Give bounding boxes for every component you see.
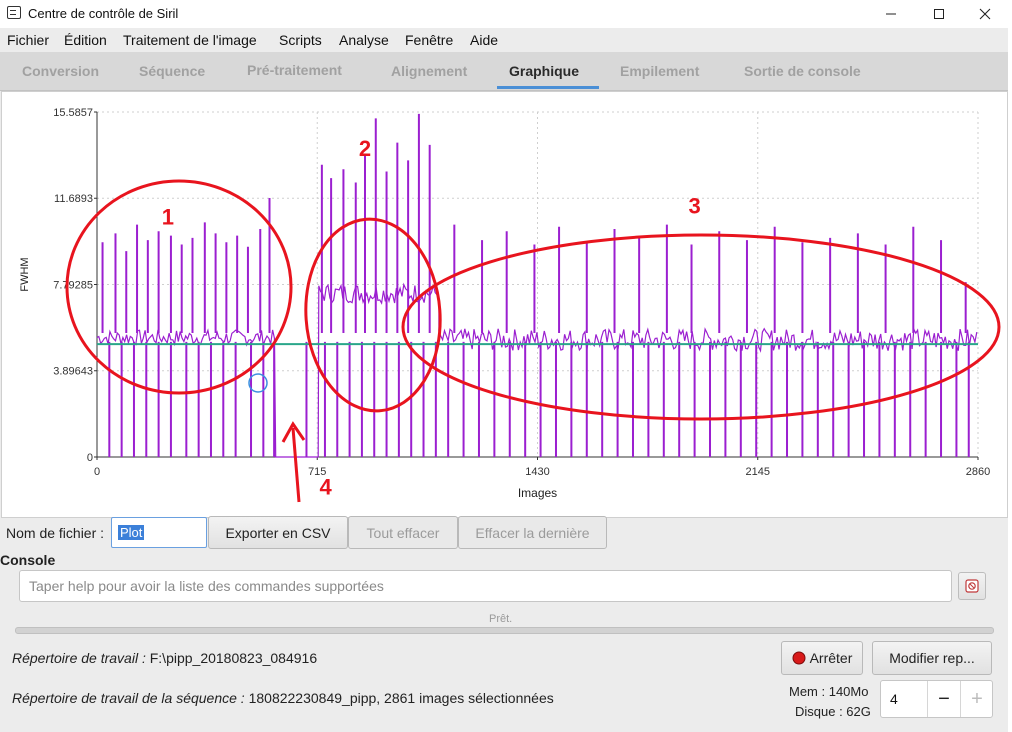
menu-aide[interactable]: Aide xyxy=(470,32,498,48)
progress-bar xyxy=(15,627,994,634)
clear-all-button[interactable]: Tout effacer xyxy=(348,516,458,549)
chart-annotations: 1 2 3 4 xyxy=(65,136,1001,503)
annotation-label-4: 4 xyxy=(319,475,332,500)
menu-fenetre[interactable]: Fenêtre xyxy=(405,32,453,48)
maximize-icon xyxy=(934,9,944,19)
tab-pretraitement[interactable]: Pré-traitement xyxy=(247,62,342,78)
fwhm-chart[interactable]: 03.896437.7928511.689315.58570 715 1430 214… xyxy=(2,92,1007,517)
disk-free: Disque : 62G xyxy=(795,704,871,719)
annotation-label-1: 1 xyxy=(162,205,174,230)
seqdir-label: Répertoire de travail de la séquence : xyxy=(12,690,245,706)
tab-sortie-console[interactable]: Sortie de console xyxy=(744,63,861,79)
x-tick-label: 2860 xyxy=(966,466,990,478)
filename-label: Nom de fichier : xyxy=(6,525,105,541)
x-tick-label: 2145 xyxy=(746,466,770,478)
tab-alignement[interactable]: Alignement xyxy=(391,63,467,79)
minimize-button[interactable] xyxy=(868,0,914,28)
threads-value[interactable]: 4 xyxy=(890,691,898,707)
status-text: Prêt. xyxy=(489,613,513,625)
y-tick-label: 11.6893 xyxy=(54,193,93,205)
workdir-info: Répertoire de travail : F:\pipp_20180823… xyxy=(12,650,317,666)
x-tick-label: 1430 xyxy=(525,466,549,478)
maximize-button[interactable] xyxy=(916,0,962,28)
x-axis-label: Images xyxy=(518,486,557,500)
minimize-icon xyxy=(886,13,896,15)
window-edge xyxy=(1008,28,1012,732)
menu-scripts[interactable]: Scripts xyxy=(279,32,322,48)
plot-panel[interactable]: 0 3.89643 7.79285 11.6893 15.5857 0 715 1430 214… xyxy=(1,91,1008,518)
menu-analyse[interactable]: Analyse xyxy=(339,32,389,48)
console-label: Console xyxy=(0,552,56,568)
modify-dir-button[interactable]: Modifier rep... xyxy=(872,641,992,675)
y-tick-label: 3.89643 xyxy=(53,366,93,378)
x-tick-label: 0 xyxy=(94,466,100,478)
stop-button[interactable]: Arrêter xyxy=(781,641,863,675)
tab-empilement[interactable]: Empilement xyxy=(620,63,699,79)
annotation-label-3: 3 xyxy=(688,194,700,219)
seqdir-info: Répertoire de travail de la séquence : 1… xyxy=(12,690,554,706)
window-title: Centre de contrôle de Siril xyxy=(28,6,179,21)
menu-traitement[interactable]: Traitement de l'image xyxy=(123,32,257,48)
annotation-label-2: 2 xyxy=(359,136,371,161)
workdir-value: F:\pipp_20180823_084916 xyxy=(145,650,318,666)
title-bar: Centre de contrôle de Siril xyxy=(0,0,1012,28)
siril-icon xyxy=(7,6,21,19)
filename-input[interactable]: Plot xyxy=(111,517,207,548)
console-placeholder: Taper help pour avoir la liste des comma… xyxy=(29,578,384,594)
filename-value: Plot xyxy=(118,525,145,540)
close-button[interactable] xyxy=(962,0,1008,28)
y-tick-label: 7.79285 xyxy=(53,280,93,292)
y-axis-label: FWHM xyxy=(19,257,31,291)
console-input[interactable]: Taper help pour avoir la liste des comma… xyxy=(19,570,952,602)
y-tick-label: 15.5857 xyxy=(53,107,93,119)
y-tick-label: 0 xyxy=(87,452,93,464)
tab-conversion[interactable]: Conversion xyxy=(22,63,99,79)
clear-last-button[interactable]: Effacer la dernière xyxy=(458,516,607,549)
close-icon xyxy=(979,8,991,20)
threads-spinner[interactable]: 4 − + xyxy=(880,680,993,718)
chart-series xyxy=(96,113,978,458)
record-stop-icon xyxy=(792,651,806,665)
clear-console-button[interactable] xyxy=(958,572,986,600)
tab-sequence[interactable]: Séquence xyxy=(139,63,205,79)
menu-bar: Fichier Édition Traitement de l'image Sc… xyxy=(0,28,1008,52)
clear-console-icon xyxy=(965,579,979,593)
export-csv-button[interactable]: Exporter en CSV xyxy=(208,516,348,549)
memory-usage: Mem : 140Mo xyxy=(789,684,869,699)
chart-axes: 03.896437.7928511.689315.58570 715 1430 214… xyxy=(19,107,990,500)
stop-button-label: Arrêter xyxy=(809,650,853,666)
menu-edition[interactable]: Édition xyxy=(64,32,107,48)
seqdir-value: 180822230849_pipp, 2861 images sélection… xyxy=(244,690,554,706)
annotation-ellipse-1 xyxy=(65,179,293,395)
workdir-label: Répertoire de travail : xyxy=(12,650,146,666)
menu-fichier[interactable]: Fichier xyxy=(7,32,49,48)
active-tab-indicator xyxy=(497,86,599,89)
annotation-ellipse-3 xyxy=(401,233,1001,421)
tab-graphique[interactable]: Graphique xyxy=(509,63,579,79)
increment-button[interactable]: + xyxy=(960,681,993,717)
decrement-button[interactable]: − xyxy=(927,681,960,717)
annotation-arrow-4 xyxy=(291,427,301,503)
